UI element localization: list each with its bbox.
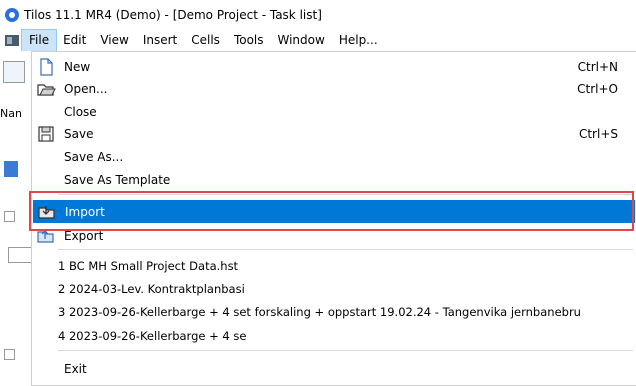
- toolbar-tree-icon[interactable]: [4, 161, 18, 177]
- menu-label-save-as: Save As...: [64, 149, 124, 164]
- recent-file-label: 3 2023-09-26-Kellerbarge + 4 set forskal…: [58, 304, 581, 319]
- menu-label-open: Open...: [64, 81, 108, 96]
- shortcut-save: Ctrl+S: [578, 126, 618, 141]
- menu-separator: [58, 350, 633, 351]
- menu-separator: [58, 249, 633, 250]
- menu-item-close[interactable]: Close: [32, 100, 636, 123]
- recent-file-label: 2 2024-03-Lev. Kontraktplanbasi: [58, 281, 245, 296]
- menu-label-close: Close: [64, 104, 97, 119]
- document-window-icon[interactable]: [5, 35, 19, 46]
- new-document-icon: [40, 57, 53, 76]
- recent-file-label: 1 BC MH Small Project Data.hst: [58, 258, 239, 273]
- menu-tools[interactable]: Tools: [227, 30, 271, 51]
- menu-item-save[interactable]: Save Ctrl+S: [32, 122, 636, 145]
- menu-cells[interactable]: Cells: [184, 30, 227, 51]
- annotation-highlight-box: [29, 191, 634, 231]
- window-title: Tilos 11.1 MR4 (Demo) - [Demo Project - …: [24, 8, 322, 22]
- save-disk-icon: [38, 125, 54, 142]
- menu-help[interactable]: Help...: [332, 30, 385, 51]
- open-folder-icon: [37, 83, 56, 96]
- recent-file-1[interactable]: 1 BC MH Small Project Data.hst: [32, 254, 636, 277]
- menu-bar: File Edit View Insert Cells Tools Window…: [0, 29, 636, 52]
- menu-item-open[interactable]: Open... Ctrl+O: [32, 77, 636, 100]
- menu-file[interactable]: File: [20, 29, 58, 52]
- menu-label-exit: Exit: [64, 361, 87, 376]
- menu-edit[interactable]: Edit: [56, 30, 93, 51]
- menu-item-save-as-template[interactable]: Save As Template: [32, 168, 636, 191]
- menu-view[interactable]: View: [93, 30, 135, 51]
- recent-file-2[interactable]: 2 2024-03-Lev. Kontraktplanbasi: [32, 277, 636, 300]
- menu-window[interactable]: Window: [271, 30, 332, 51]
- recent-file-3[interactable]: 3 2023-09-26-Kellerbarge + 4 set forskal…: [32, 300, 636, 323]
- menu-label-save: Save: [64, 126, 94, 141]
- expand-collapse-icon[interactable]: [4, 211, 15, 222]
- menu-item-exit[interactable]: Exit: [32, 357, 636, 380]
- menu-item-save-as[interactable]: Save As...: [32, 145, 636, 168]
- menu-insert[interactable]: Insert: [136, 30, 184, 51]
- expand-collapse-icon[interactable]: [4, 349, 15, 360]
- background-partial-label: Nan: [0, 107, 22, 120]
- recent-file-4[interactable]: 4 2023-09-26-Kellerbarge + 4 se: [32, 324, 636, 347]
- menu-label-save-as-template: Save As Template: [64, 172, 171, 187]
- menu-label-new: New: [64, 59, 91, 74]
- app-logo-icon: [5, 8, 19, 22]
- toolbar-new-icon[interactable]: [3, 61, 25, 83]
- menu-item-new[interactable]: New Ctrl+N: [32, 55, 636, 78]
- shortcut-open: Ctrl+O: [577, 81, 618, 96]
- recent-file-label: 4 2023-09-26-Kellerbarge + 4 se: [58, 328, 247, 343]
- shortcut-new: Ctrl+N: [577, 59, 618, 74]
- title-bar: Tilos 11.1 MR4 (Demo) - [Demo Project - …: [0, 0, 636, 30]
